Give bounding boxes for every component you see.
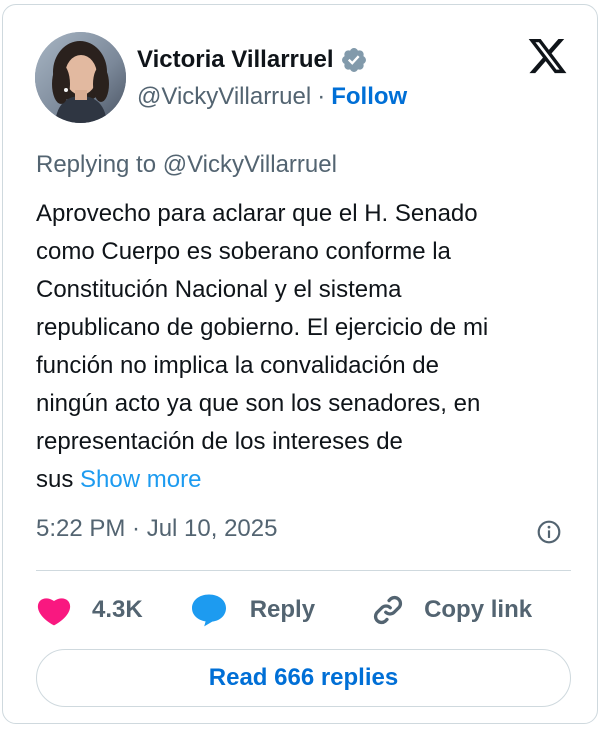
reply-button[interactable]: Reply [190, 593, 315, 627]
replying-to-label[interactable]: Replying to @VickyVillarruel [36, 151, 337, 179]
like-count: 4.3K [92, 596, 143, 623]
tweet-text-last-line: sus Show more [36, 461, 576, 499]
avatar-image [35, 32, 126, 123]
show-more-link[interactable]: Show more [80, 466, 201, 493]
tweet-text-line: ningún acto ya que son los senadores, en [36, 390, 481, 417]
verified-badge-icon [341, 48, 366, 72]
read-replies-button[interactable]: Read 666 replies [36, 649, 571, 707]
tweet-text: Aprovecho para aclarar que el H. Senado … [36, 195, 576, 499]
heart-icon [37, 598, 71, 626]
author-name-row: Victoria Villarruel [137, 43, 368, 77]
follow-button[interactable]: Follow [331, 83, 407, 111]
tweet-actions-bar: 4.3K Reply Copy link [36, 589, 532, 631]
tweet-text-line: función no implica la convalidación de [36, 352, 439, 379]
info-icon[interactable] [536, 519, 562, 545]
separator-dot: · [317, 83, 326, 110]
like-button[interactable]: 4.3K [36, 594, 143, 626]
tweet-text-line: sus [36, 466, 74, 493]
tweet-text-line: Constitución Nacional y el sistema [36, 276, 402, 303]
divider [36, 570, 571, 571]
tweet-text-line: Aprovecho para aclarar que el H. Senado [36, 200, 478, 227]
tweet-text-line: republicano de gobierno. El ejercicio de… [36, 314, 489, 341]
x-logo-icon[interactable] [525, 35, 570, 77]
tweet-text-line: como Cuerpo es soberano conforme la [36, 238, 451, 265]
author-handle[interactable]: @VickyVillarruel [137, 83, 311, 111]
avatar[interactable] [35, 32, 126, 123]
link-icon [373, 595, 403, 625]
author-handle-row: @VickyVillarruel · Follow [137, 83, 407, 111]
speech-bubble-icon [191, 594, 226, 627]
copy-link-button[interactable]: Copy link [370, 592, 532, 628]
reply-label: Reply [249, 596, 316, 623]
tweet-text-line: representación de los intereses de [36, 428, 403, 455]
tweet-embed-card: Victoria Villarruel @VickyVillarruel · F… [2, 4, 598, 724]
author-display-name[interactable]: Victoria Villarruel [137, 46, 334, 74]
tweet-timestamp[interactable]: 5:22 PM · Jul 10, 2025 [36, 515, 277, 543]
copy-link-label: Copy link [424, 596, 533, 623]
